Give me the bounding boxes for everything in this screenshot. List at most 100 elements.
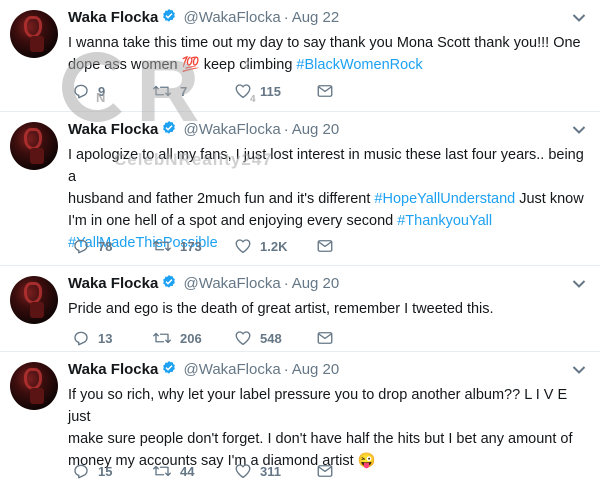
- tweet-text: Pride and ego is the death of great arti…: [68, 298, 588, 320]
- tweet-text-line: I'm in one hell of a spot and enjoying e…: [68, 210, 588, 232]
- share-button[interactable]: [316, 329, 334, 347]
- share-icon: [316, 329, 334, 347]
- tweet-text-line: husband and father 2much fun and it's di…: [68, 188, 588, 210]
- tweet-text-line: Pride and ego is the death of great arti…: [68, 298, 588, 320]
- tweet-text-line: I wanna take this time out my day to say…: [68, 32, 588, 54]
- reply-count: 13: [98, 330, 113, 346]
- author-name[interactable]: Waka Flocka: [68, 9, 158, 26]
- like-icon: [234, 237, 252, 255]
- like-button[interactable]: 311: [234, 462, 281, 480]
- reply-icon: [72, 237, 90, 255]
- share-button[interactable]: [316, 462, 334, 480]
- like-button[interactable]: 548: [234, 329, 282, 347]
- tweet-date[interactable]: Aug 20: [292, 275, 340, 292]
- tweet-header: Waka Flocka @WakaFlocka · Aug 22: [68, 8, 339, 28]
- chevron-down-icon[interactable]: [572, 362, 586, 380]
- author-name[interactable]: Waka Flocka: [68, 275, 158, 292]
- reply-count: 9: [98, 83, 106, 99]
- verified-icon: [161, 360, 177, 380]
- retweet-button[interactable]: 7: [152, 82, 187, 100]
- hashtag-link[interactable]: #HopeYallUnderstand: [374, 191, 515, 207]
- like-count: 311: [260, 463, 281, 479]
- author-handle[interactable]: @WakaFlocka: [184, 275, 281, 292]
- tweet-header: Waka Flocka @WakaFlocka · Aug 20: [68, 360, 339, 380]
- tweet-text-line: dope ass women 💯 keep climbing #BlackWom…: [68, 54, 588, 76]
- author-handle[interactable]: @WakaFlocka: [184, 9, 281, 26]
- retweet-icon: [152, 82, 172, 100]
- tweet-text-line: make sure people don't forget. I don't h…: [68, 428, 588, 450]
- separator-dot: ·: [283, 361, 289, 378]
- like-icon: [234, 82, 252, 100]
- tweet-text-segment: If you so rich, why let your label press…: [68, 387, 568, 425]
- avatar[interactable]: [10, 122, 58, 170]
- author-handle[interactable]: @WakaFlocka: [184, 121, 281, 138]
- tweet[interactable]: Waka Flocka @WakaFlocka · Aug 20 I apologi…: [0, 112, 600, 266]
- reply-icon: [72, 329, 90, 347]
- tweet[interactable]: Waka Flocka @WakaFlocka · Aug 20 If you so…: [0, 352, 600, 487]
- reply-button[interactable]: 15: [72, 462, 112, 480]
- reply-count: 15: [98, 463, 113, 479]
- tweet-text-segment: I wanna take this time out my day to say…: [68, 35, 581, 51]
- tweet-text-segment: I apologize to all my fans, I just lost …: [68, 147, 584, 185]
- tweet-text-segment: husband and father 2much fun and it's di…: [68, 191, 375, 207]
- verified-icon: [161, 8, 177, 28]
- retweet-count: 173: [180, 238, 202, 254]
- author-name[interactable]: Waka Flocka: [68, 121, 158, 138]
- retweet-button[interactable]: 44: [152, 462, 194, 480]
- retweet-icon: [152, 329, 172, 347]
- separator-dot: ·: [283, 121, 289, 138]
- like-icon: [234, 462, 252, 480]
- share-icon: [316, 462, 334, 480]
- avatar[interactable]: [10, 10, 58, 58]
- tweet-text-segment: make sure people don't forget. I don't h…: [68, 431, 573, 447]
- tweet-date[interactable]: Aug 20: [292, 121, 340, 138]
- like-icon: [234, 329, 252, 347]
- tweet-header: Waka Flocka @WakaFlocka · Aug 20: [68, 120, 339, 140]
- retweet-button[interactable]: 206: [152, 329, 202, 347]
- separator-dot: ·: [283, 9, 289, 26]
- share-icon: [316, 82, 334, 100]
- author-name[interactable]: Waka Flocka: [68, 361, 158, 378]
- chevron-down-icon[interactable]: [572, 10, 586, 28]
- tweet[interactable]: Waka Flocka @WakaFlocka · Aug 22 I wanna t…: [0, 0, 600, 112]
- hashtag-link[interactable]: #BlackWomenRock: [296, 57, 422, 73]
- retweet-button[interactable]: 173: [152, 237, 202, 255]
- avatar[interactable]: [10, 276, 58, 324]
- tweet-date[interactable]: Aug 22: [292, 9, 340, 26]
- tweet-text-line: I apologize to all my fans, I just lost …: [68, 144, 588, 188]
- share-button[interactable]: [316, 82, 334, 100]
- reply-button[interactable]: 78: [72, 237, 112, 255]
- reply-button[interactable]: 13: [72, 329, 112, 347]
- like-count: 548: [260, 330, 282, 346]
- like-button[interactable]: 1.2K: [234, 237, 287, 255]
- hashtag-link[interactable]: #ThankyouYall: [397, 213, 492, 229]
- tweet-text-segment: dope ass women 💯 keep climbing: [68, 57, 297, 73]
- chevron-down-icon[interactable]: [572, 122, 586, 140]
- like-count: 1.2K: [260, 238, 288, 254]
- tweet-text-line: If you so rich, why let your label press…: [68, 384, 588, 428]
- reply-icon: [72, 462, 90, 480]
- retweet-icon: [152, 237, 172, 255]
- reply-button[interactable]: 9: [72, 82, 105, 100]
- retweet-count: 44: [180, 463, 195, 479]
- tweet-text: If you so rich, why let your label press…: [68, 384, 588, 472]
- tweet-text: I wanna take this time out my day to say…: [68, 32, 588, 76]
- tweet-text-segment: Pride and ego is the death of great arti…: [68, 301, 494, 317]
- author-handle[interactable]: @WakaFlocka: [184, 361, 281, 378]
- reply-icon: [72, 82, 90, 100]
- avatar[interactable]: [10, 362, 58, 410]
- chevron-down-icon[interactable]: [572, 276, 586, 294]
- tweet-date[interactable]: Aug 20: [292, 361, 340, 378]
- reply-count: 78: [98, 238, 113, 254]
- tweet[interactable]: Waka Flocka @WakaFlocka · Aug 20 Pride and…: [0, 266, 600, 352]
- share-button[interactable]: [316, 237, 334, 255]
- retweet-count: 206: [180, 330, 202, 346]
- verified-icon: [161, 274, 177, 294]
- verified-icon: [161, 120, 177, 140]
- like-button[interactable]: 115: [234, 82, 281, 100]
- share-icon: [316, 237, 334, 255]
- like-count: 115: [260, 83, 281, 99]
- separator-dot: ·: [283, 275, 289, 292]
- tweet-text-segment: Just know: [515, 191, 584, 207]
- retweet-icon: [152, 462, 172, 480]
